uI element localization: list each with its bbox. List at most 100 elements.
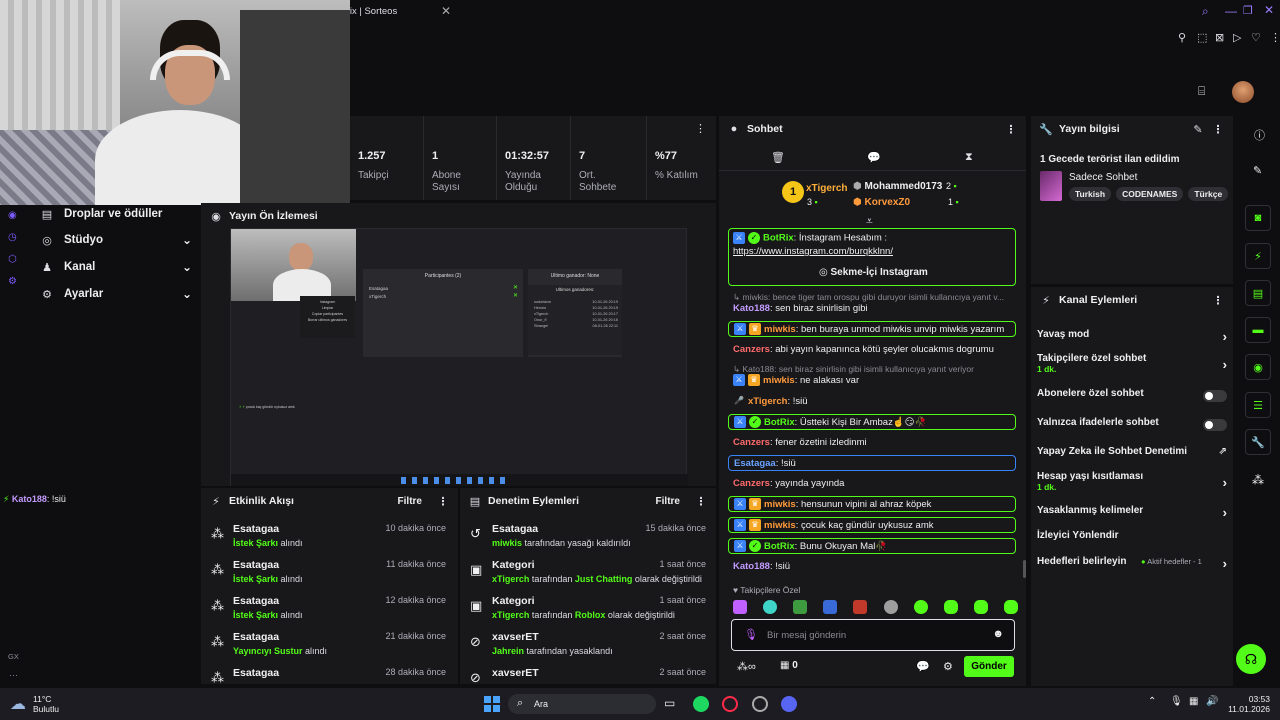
category-name[interactable]: Sadece Sohbet (1069, 172, 1137, 183)
send-button[interactable]: Gönder (964, 656, 1014, 677)
pin-icon[interactable]: ⚲ (1178, 31, 1186, 44)
rail-lightning-button[interactable]: ⚡ (1245, 243, 1271, 269)
network-icon[interactable]: ▦ (1189, 696, 1198, 707)
plugin-icon[interactable]: ⬡ (8, 249, 17, 271)
moderation-menu-icon[interactable]: ⋮ (694, 494, 708, 508)
action-followers-only[interactable]: Takipçilere özel sohbet 1 dk. › (1037, 353, 1227, 374)
chat-menu-icon[interactable]: ⋮ (1004, 122, 1018, 136)
rail-doc-button[interactable]: ▤ (1245, 280, 1271, 306)
activity-row[interactable]: ⁂ Esatagaa 21 dakika önce Yayıncıyı Sust… (201, 626, 458, 662)
stream-info-menu-icon[interactable]: ⋮ (1211, 122, 1225, 136)
chat-message[interactable]: ⚔ ♛ miwkis: çocuk kaç gündür uykusuz amk (728, 517, 1016, 533)
nav-settings[interactable]: ⚙ Ayarlar ⌄ (40, 283, 192, 305)
chat-message[interactable]: Kato188: sen biraz sinirlisin gibi (728, 301, 1016, 317)
activity-row[interactable]: ⁂ Esatagaa 10 dakika önce İstek Şarkı al… (201, 518, 458, 554)
discord-icon[interactable] (781, 696, 797, 712)
top-chatter-name[interactable]: xTigerch (806, 183, 848, 194)
chat-message[interactable]: ⚔ ♛ miwkis: ben buraya unmod miwkis unvip … (728, 321, 1016, 337)
minimize-icon[interactable]: — (1225, 4, 1237, 18)
chat-options-icon[interactable]: 💬 (867, 151, 881, 164)
tag[interactable]: Türkçe (1188, 187, 1229, 201)
clock[interactable]: 03:53 11.01.2026 (1228, 694, 1270, 714)
moderation-filter-button[interactable]: Filtre (656, 496, 680, 507)
chat-message[interactable]: Esatagaa: !siü (728, 455, 1016, 471)
activity-row[interactable]: ⁂ Esatagaa 28 dakika önce (201, 662, 458, 684)
shield-icon[interactable]: ⊠ (1215, 31, 1224, 44)
emote[interactable] (853, 600, 868, 614)
chat-message[interactable]: ⚔ ♛ miwkis: hensunun vipini al ahraz köpek (728, 496, 1016, 512)
tray-chevron-icon[interactable]: ⌃ (1148, 696, 1156, 707)
menu-icon[interactable]: ⋮ (1270, 31, 1280, 44)
edit-icon[interactable]: ✎ (1191, 122, 1205, 136)
browser-search-icon[interactable]: ⌕ (1202, 4, 1209, 19)
emote[interactable] (913, 600, 928, 614)
chat-input-box[interactable]: 🎙 Bir mesaj gönderin ☻ (731, 619, 1015, 651)
pencil-icon[interactable]: ✎ (1253, 164, 1262, 177)
collapse-icon[interactable]: ⩡ (866, 214, 873, 229)
kick-points-icon[interactable]: ⁂∞ (737, 660, 756, 673)
action-emote-only[interactable]: Yalnızca ifadelerle sohbet (1037, 417, 1227, 431)
toggle-switch[interactable] (1203, 419, 1227, 431)
history-icon[interactable]: ◷ (8, 227, 17, 249)
rail-mod-button[interactable]: ☰ (1245, 392, 1271, 418)
toggle-switch[interactable] (1203, 390, 1227, 402)
emote[interactable] (1003, 600, 1018, 614)
chat-message[interactable]: ⚔ ✓ BotRix: Bunu Okuyan Mal🥀 (728, 538, 1016, 554)
chat-message[interactable]: Canzers: fener özetini izledinmi (728, 435, 1016, 451)
emote[interactable] (883, 600, 898, 614)
chat-input[interactable]: Bir mesaj gönderin (767, 630, 846, 641)
user-avatar[interactable] (1232, 81, 1254, 103)
spotify-icon[interactable] (693, 696, 709, 712)
play-icon[interactable]: ▷ (1233, 31, 1241, 44)
action-raid[interactable]: İzleyici Yönlendir (1037, 530, 1227, 541)
moderation-row[interactable]: ▣ Kategori 1 saat önce xTigerch tarafınd… (460, 554, 716, 590)
chat-message[interactable]: ⚔ ♛ miwkis: ne alakası var (728, 373, 1016, 389)
category-thumbnail[interactable] (1040, 171, 1062, 201)
home-icon[interactable]: ◉ (8, 205, 17, 227)
creator-icon[interactable]: ⌸ (1198, 84, 1205, 99)
action-ai-moderation[interactable]: Yapay Zeka ile Sohbet Denetimi ⇗ (1037, 446, 1227, 457)
top-chatter[interactable]: ⬢ Mohammed0173 (853, 181, 942, 192)
rail-chat-button[interactable]: ▬ (1245, 317, 1271, 343)
moderation-row[interactable]: ↺ Esatagaa 15 dakika önce miwkis tarafın… (460, 518, 716, 554)
activity-filter-button[interactable]: Filtre (398, 496, 422, 507)
chat-message[interactable]: Canzers: yayında yayında (728, 476, 1016, 492)
weather-widget[interactable]: 11°C Bulutlu (33, 694, 59, 714)
browser-tab[interactable]: Rix | Sorteos (343, 6, 397, 17)
chat-message[interactable]: 🎤 xTigerch: !siü (728, 394, 1016, 410)
stream-preview[interactable]: Participantes (2) Esatagaa xTigerch ✕ ✕ I… (230, 228, 688, 486)
more-icon[interactable]: ··· (9, 670, 18, 680)
tag[interactable]: Turkish (1069, 187, 1112, 201)
kick-logo-icon[interactable]: ⁂ (1252, 473, 1264, 487)
emoji-icon[interactable]: ☻ (992, 628, 1004, 640)
gear-icon[interactable]: ⚙ (943, 660, 953, 673)
action-subs-only[interactable]: Abonelere özel sohbet (1037, 388, 1227, 402)
mic-icon[interactable]: 🎙 (744, 628, 758, 641)
trash-icon[interactable]: 🗑 (771, 151, 785, 164)
emote[interactable] (763, 600, 778, 614)
pinned-link[interactable]: https://www.instagram.com/burqkklnn/ (733, 246, 893, 257)
action-banned-words[interactable]: Yasaklanmış kelimeler › (1037, 505, 1227, 520)
windows-start-icon[interactable] (484, 696, 500, 712)
taskbar-search[interactable]: ⌕ Ara (508, 694, 656, 714)
obs-icon[interactable] (752, 696, 768, 712)
chat-settings-icon[interactable]: 💬 (916, 660, 930, 673)
close-tab-icon[interactable]: ✕ (441, 4, 451, 18)
gift-counter[interactable]: ▦ 0 (780, 660, 798, 671)
rail-wrench-button[interactable]: 🔧 (1245, 429, 1271, 455)
emote[interactable] (793, 600, 808, 614)
emote[interactable] (943, 600, 958, 614)
chat-scrollbar[interactable] (1023, 560, 1026, 578)
emote[interactable] (823, 600, 838, 614)
chat-message[interactable]: Kato188: !siü (728, 559, 1016, 575)
support-icon[interactable]: ☊ (1236, 644, 1266, 674)
settings-icon[interactable]: ⚙ (8, 271, 17, 293)
hourglass-icon[interactable]: ⧗ (965, 151, 973, 164)
info-icon[interactable]: ⓘ (1254, 127, 1265, 143)
close-window-icon[interactable]: ✕ (1264, 3, 1274, 17)
chat-message[interactable]: ⚔ ✓ BotRix: Üstteki Kişi Bir Ambaz☝️😏🥀 (728, 414, 1016, 430)
activity-row[interactable]: ⁂ Esatagaa 12 dakika önce İstek Şarkı al… (201, 590, 458, 626)
nav-channel[interactable]: ♟ Kanal ⌄ (40, 256, 192, 278)
instagram-button[interactable]: ◎ Sekme-İçi Instagram (819, 267, 928, 278)
screenshot-icon[interactable]: ⬚ (1197, 31, 1207, 44)
